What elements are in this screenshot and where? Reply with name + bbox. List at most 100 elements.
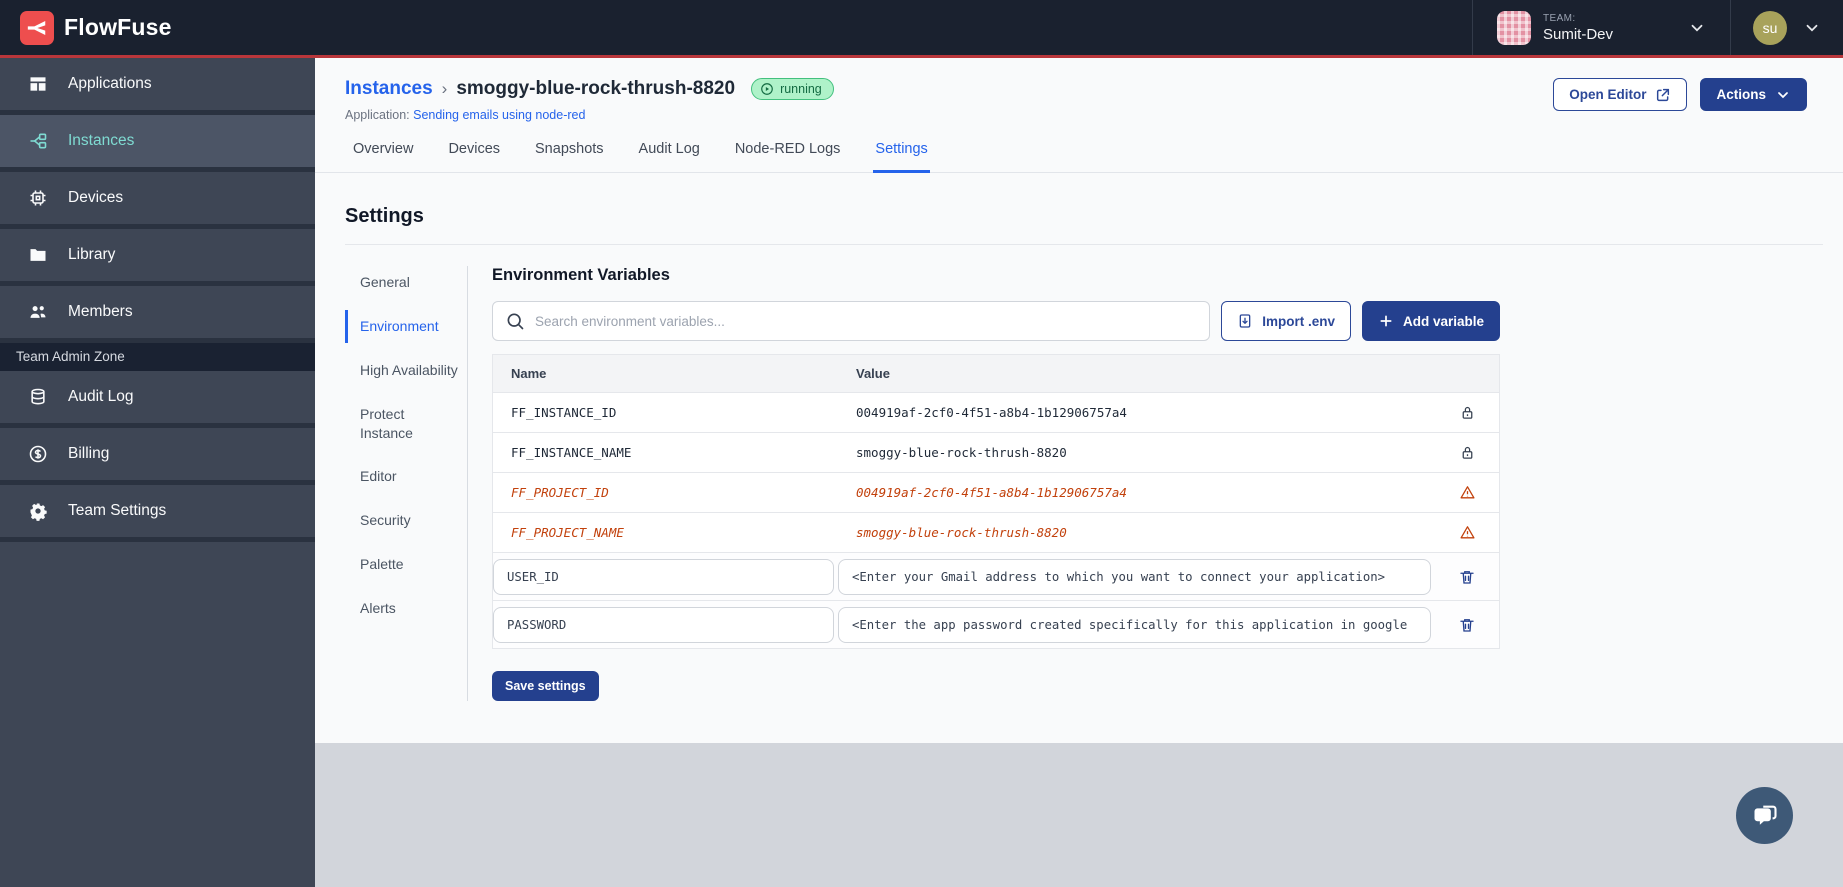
- sidebar-item-devices[interactable]: Devices: [0, 172, 315, 229]
- env-var-value: smoggy-blue-rock-thrush-8820: [856, 525, 1067, 540]
- settings-nav-environment[interactable]: Environment: [345, 309, 467, 343]
- save-settings-button[interactable]: Save settings: [492, 671, 599, 701]
- search-icon: [507, 313, 524, 330]
- instance-header: Instances › smoggy-blue-rock-thrush-8820…: [315, 58, 1843, 122]
- applications-icon: [28, 74, 48, 94]
- column-value: Value: [856, 366, 890, 381]
- breadcrumb-instances-link[interactable]: Instances: [345, 78, 433, 100]
- application-link[interactable]: Sending emails using node-red: [413, 108, 585, 122]
- actions-button[interactable]: Actions: [1700, 78, 1807, 111]
- sidebar-item-billing[interactable]: Billing: [0, 428, 315, 485]
- section-title: Environment Variables: [492, 266, 670, 284]
- warning-icon: [1459, 484, 1476, 501]
- trash-icon: [1458, 568, 1476, 586]
- settings-nav-security[interactable]: Security: [345, 504, 467, 537]
- sidebar-item-label: Instances: [68, 132, 135, 149]
- external-link-icon: [1657, 88, 1670, 101]
- tab-settings[interactable]: Settings: [873, 141, 930, 173]
- settings-nav-general[interactable]: General: [345, 266, 467, 299]
- team-label: TEAM:: [1543, 12, 1576, 24]
- sidebar-item-label: Members: [68, 303, 133, 320]
- user-avatar: su: [1753, 10, 1787, 45]
- env-var-name: FF_PROJECT_ID: [511, 485, 609, 500]
- env-var-value: 004919af-2cf0-4f51-a8b4-1b12906757a4: [856, 485, 1127, 500]
- sidebar-item-instances[interactable]: Instances: [0, 115, 315, 172]
- env-name-input[interactable]: [493, 558, 834, 595]
- settings-nav-alerts[interactable]: Alerts: [345, 592, 467, 625]
- tab-overview[interactable]: Overview: [351, 141, 415, 173]
- sidebar-item-applications[interactable]: Applications: [0, 58, 315, 115]
- chat-bubbles-icon: [1754, 805, 1777, 825]
- document-download-icon: [1239, 314, 1251, 328]
- lock-icon: [1459, 444, 1476, 461]
- tab-node-red-logs[interactable]: Node-RED Logs: [733, 141, 843, 173]
- env-var-row-ff-instance-name: FF_INSTANCE_NAME smoggy-blue-rock-thrush-…: [493, 433, 1499, 473]
- application-label: Application:: [345, 108, 410, 122]
- sidebar-item-label: Billing: [68, 445, 110, 462]
- env-controls: Import .env Add variable: [492, 301, 1500, 341]
- search-box: [492, 301, 1211, 341]
- team-selector[interactable]: TEAM: Sumit-Dev: [1472, 0, 1730, 55]
- column-name: Name: [511, 366, 547, 381]
- delete-variable-button[interactable]: [1458, 616, 1476, 634]
- page-background: [315, 743, 1843, 887]
- chevron-down-icon[interactable]: [1688, 19, 1706, 37]
- environment-panel: Environment Variables Import .env Ad: [492, 266, 1500, 701]
- lock-icon: [1459, 404, 1476, 421]
- env-var-name: FF_INSTANCE_ID: [511, 405, 617, 420]
- audit-log-icon: [28, 387, 48, 407]
- table-header: Name Value: [493, 355, 1499, 393]
- play-circle-icon: [761, 83, 773, 95]
- brand-name: FlowFuse: [64, 14, 172, 40]
- user-menu[interactable]: su: [1730, 0, 1843, 55]
- status-text: running: [780, 82, 822, 96]
- page-content: Instances › smoggy-blue-rock-thrush-8820…: [315, 58, 1843, 743]
- env-value-input[interactable]: [838, 558, 1431, 595]
- settings-nav-protect-instance[interactable]: Protect Instance: [345, 398, 467, 450]
- search-input[interactable]: [492, 301, 1211, 341]
- env-value-input[interactable]: [838, 606, 1431, 643]
- billing-icon: [28, 444, 48, 464]
- sidebar: Applications Instances Devices Library Membe…: [0, 58, 315, 887]
- sidebar-item-label: Applications: [68, 75, 152, 92]
- env-var-row-ff-project-name: FF_PROJECT_NAME smoggy-blue-rock-thrush-8…: [493, 513, 1499, 553]
- settings-section: Settings General Environment High Availabi…: [315, 173, 1843, 701]
- page-title: smoggy-blue-rock-thrush-8820: [456, 78, 736, 99]
- sidebar-item-label: Audit Log: [68, 388, 134, 405]
- sidebar-item-team-settings[interactable]: Team Settings: [0, 485, 315, 542]
- plus-icon: [1380, 315, 1392, 327]
- settings-nav-high-availability[interactable]: High Availability: [345, 354, 467, 387]
- delete-variable-button[interactable]: [1458, 568, 1476, 586]
- env-name-input[interactable]: [493, 606, 834, 643]
- devices-icon: [28, 188, 48, 208]
- settings-nav-palette[interactable]: Palette: [345, 548, 467, 581]
- chat-widget-button[interactable]: [1736, 787, 1793, 844]
- settings-nav-editor[interactable]: Editor: [345, 460, 467, 493]
- sidebar-item-label: Library: [68, 246, 116, 263]
- sidebar-item-members[interactable]: Members: [0, 286, 315, 343]
- import-env-button[interactable]: Import .env: [1221, 301, 1351, 341]
- env-var-row-ff-instance-id: FF_INSTANCE_ID 004919af-2cf0-4f51-a8b4-1b…: [493, 393, 1499, 433]
- instance-tabs: Overview Devices Snapshots Audit Log Node-RE…: [315, 141, 1843, 173]
- tab-devices[interactable]: Devices: [446, 141, 502, 173]
- env-var-name: FF_INSTANCE_NAME: [511, 445, 632, 460]
- tab-audit-log[interactable]: Audit Log: [637, 141, 702, 173]
- sidebar-item-audit-log[interactable]: Audit Log: [0, 371, 315, 428]
- team-name: Sumit-Dev: [1543, 25, 1614, 43]
- sidebar-item-label: Devices: [68, 189, 124, 206]
- add-variable-button[interactable]: Add variable: [1361, 301, 1500, 341]
- main-area: Instances › smoggy-blue-rock-thrush-8820…: [315, 58, 1843, 887]
- env-var-value: smoggy-blue-rock-thrush-8820: [856, 445, 1067, 460]
- trash-icon: [1458, 616, 1476, 634]
- sidebar-item-library[interactable]: Library: [0, 229, 315, 286]
- chevron-down-icon[interactable]: [1803, 19, 1821, 37]
- divider: [345, 244, 1823, 245]
- env-var-row-ff-project-id: FF_PROJECT_ID 004919af-2cf0-4f51-a8b4-1b1…: [493, 473, 1499, 513]
- header-actions: Open Editor Actions: [1553, 78, 1807, 111]
- open-editor-button[interactable]: Open Editor: [1553, 78, 1688, 111]
- team-settings-icon: [28, 501, 48, 521]
- warning-icon: [1459, 524, 1476, 541]
- flowfuse-logo-icon[interactable]: [20, 10, 54, 45]
- chevron-down-icon: [1778, 91, 1788, 98]
- tab-snapshots[interactable]: Snapshots: [533, 141, 606, 173]
